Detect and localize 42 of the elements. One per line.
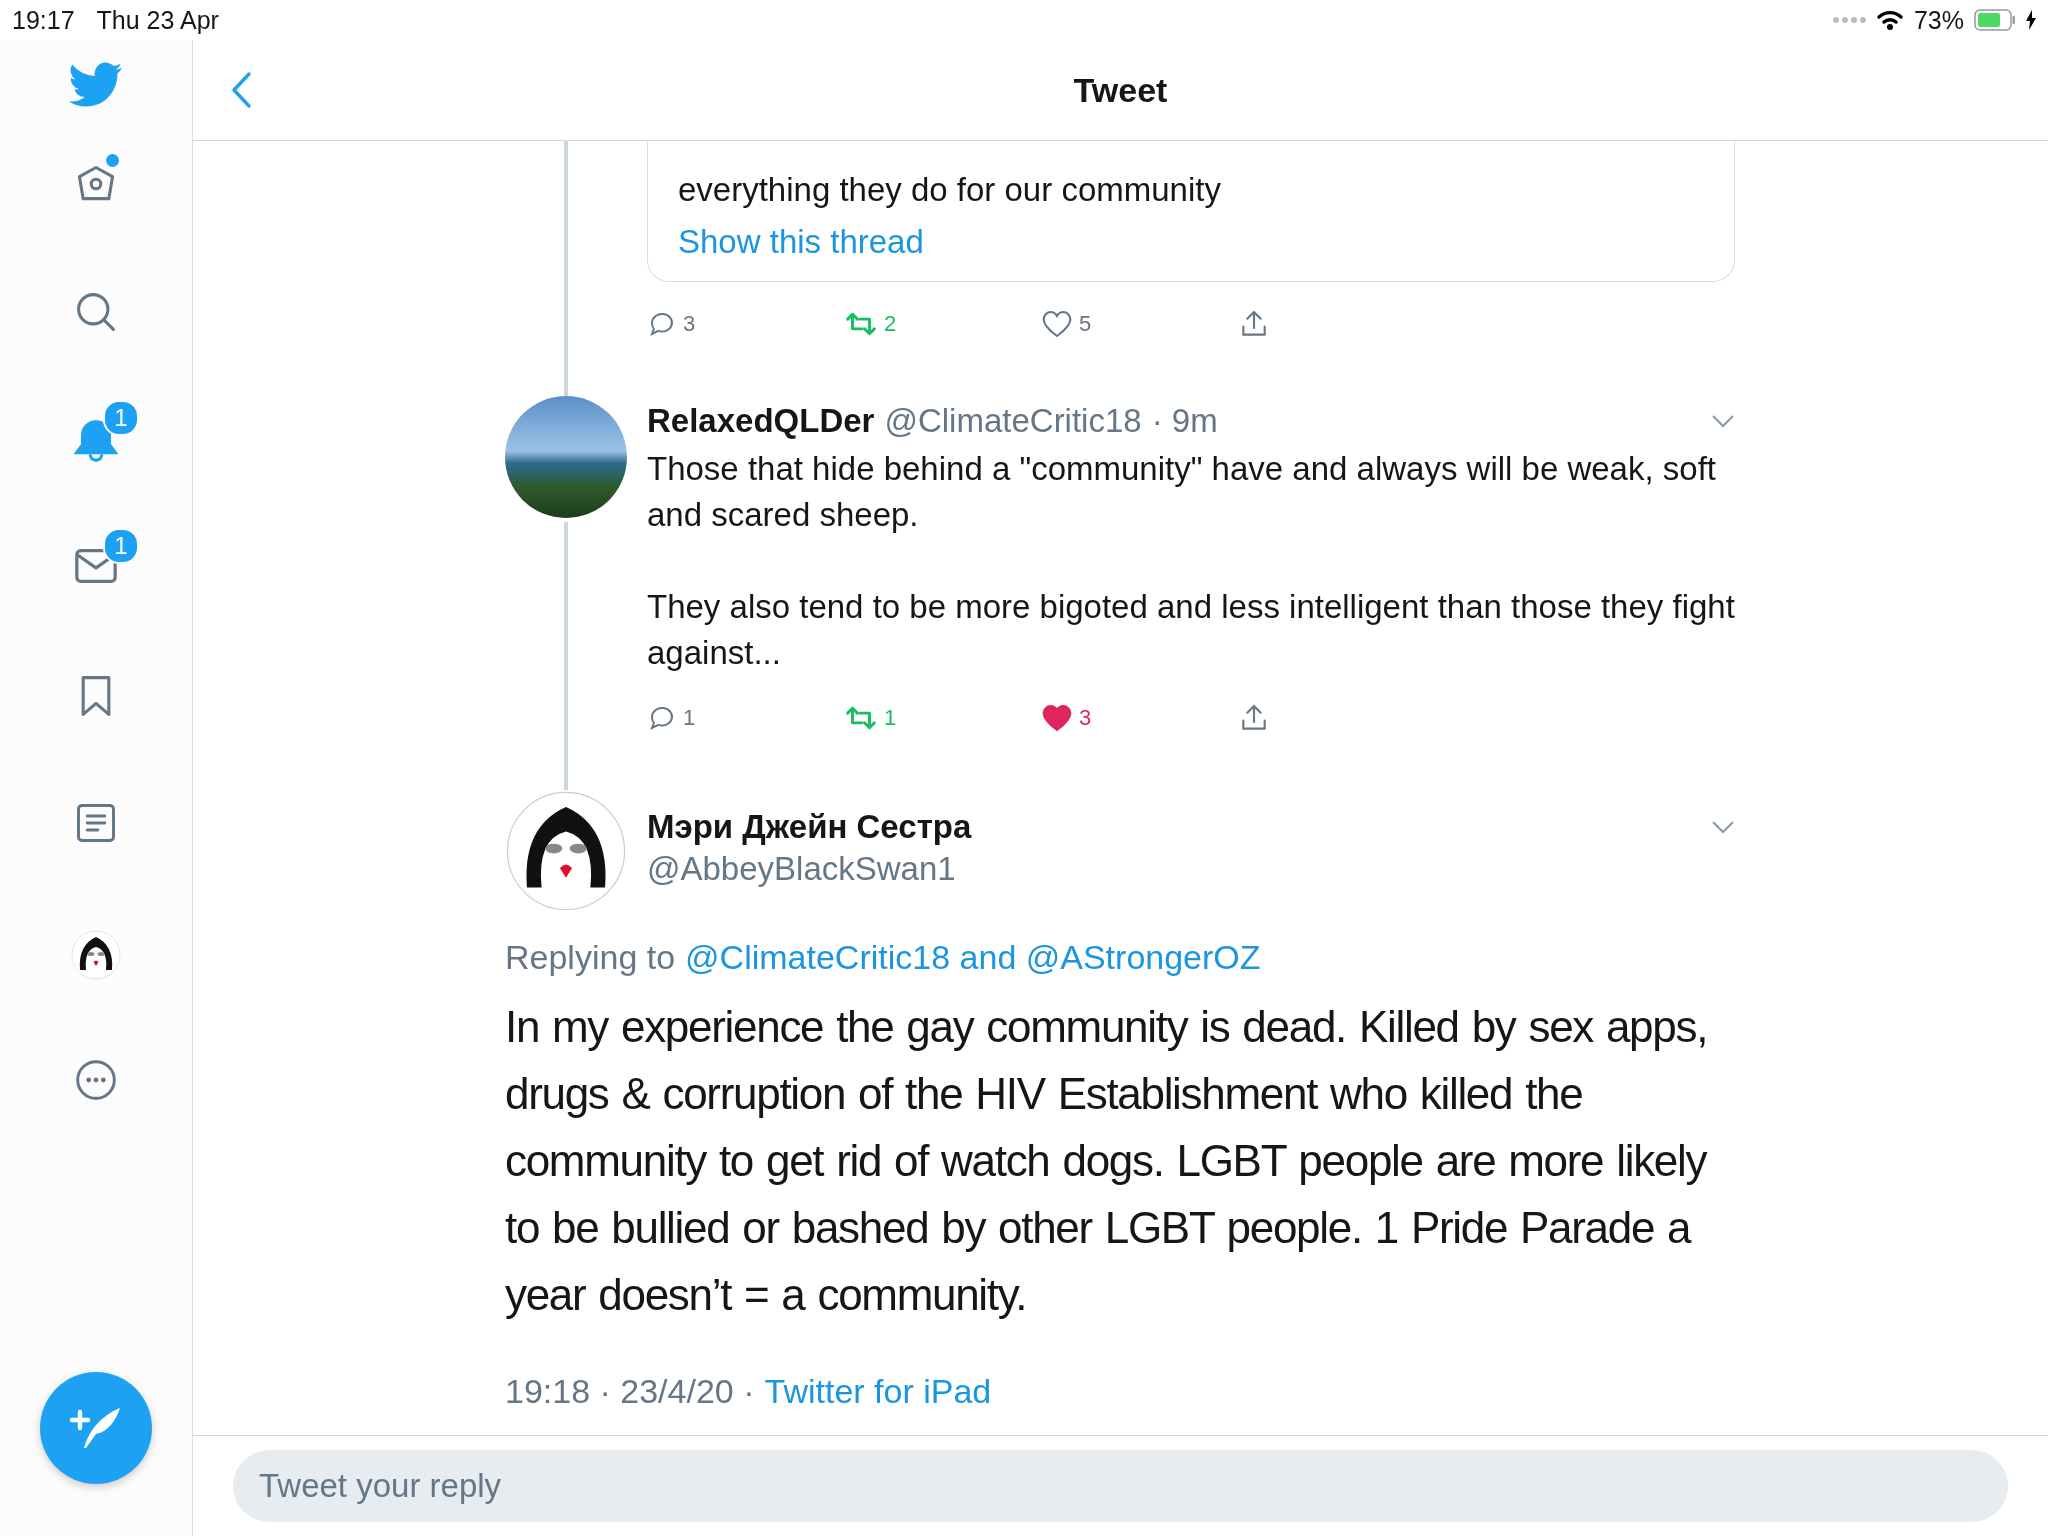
tweet-text: They also tend to be more bigoted and less intelligent than those they fight against...	[647, 587, 1735, 673]
reply-input-field[interactable]: Tweet your reply	[233, 1450, 2008, 1522]
more-icon[interactable]	[74, 1058, 118, 1102]
heart-icon[interactable]	[1041, 703, 1073, 733]
tweet-text: everything they do for our community	[678, 171, 1222, 209]
retweet-count: 1	[884, 705, 897, 731]
unread-count: 1	[103, 400, 139, 436]
back-chevron-icon	[230, 71, 252, 109]
wifi-icon	[1875, 9, 1904, 31]
page-title: Tweet	[1073, 70, 1168, 110]
tweet-text: Those that hide behind a "community" have and always will be weak, soft and scared sheep.	[647, 449, 1717, 535]
user-handle[interactable]: @AbbeyBlackSwan1	[647, 850, 972, 888]
caret-icon[interactable]	[1711, 414, 1735, 428]
show-thread-link[interactable]: Show this thread	[678, 223, 1704, 261]
status-time: 19:17	[12, 5, 75, 35]
user-handle[interactable]: @ClimateCritic18	[884, 402, 1142, 440]
tweet-timestamp: 19:18 · 23/4/20 ·	[505, 1372, 755, 1411]
like-count: 3	[1079, 705, 1092, 731]
unread-count: 1	[103, 528, 139, 564]
tweet-text: In my experience the gay community is dead. Killed by sex apps, drugs & corruption of the HIV Establishment who killed the community to get rid of watch dogs. LGBT people are more likely to be bullied or bashed by other LGBT people. 1 Pride Parade a year doesn’t = a community.	[505, 1001, 1709, 1321]
like-count: 5	[1079, 311, 1092, 337]
tweet-time: · 9m	[1151, 402, 1218, 440]
reply-count: 1	[683, 705, 696, 731]
compose-button[interactable]	[40, 1372, 152, 1484]
bird-logo-icon[interactable]	[69, 62, 123, 108]
search-icon[interactable]	[74, 290, 118, 334]
avatar-drawing[interactable]	[71, 930, 121, 980]
user-name[interactable]: Мэри Джейн Сестра	[647, 808, 972, 846]
status-date: Thu 23 Apr	[96, 5, 219, 35]
battery-percent: 73%	[1913, 5, 1964, 35]
signal-dots-icon	[1831, 16, 1866, 24]
quoted-thread-card[interactable]: everything they do for our community Show this thread	[647, 141, 1735, 282]
list-icon[interactable]	[75, 802, 117, 844]
user-name[interactable]: RelaxedQLDer	[647, 402, 875, 440]
tweet-source-link[interactable]: Twitter for iPad	[764, 1372, 992, 1411]
reply-count: 3	[683, 311, 696, 337]
replying-label: Replying to	[505, 938, 676, 977]
retweet-count: 2	[884, 311, 897, 337]
battery-icon	[1974, 9, 2016, 31]
heart-icon[interactable]	[1041, 309, 1073, 339]
caret-icon[interactable]	[1711, 820, 1735, 834]
mentioned-users-link[interactable]: @ClimateCritic18 and @AStrongerOZ	[685, 938, 1261, 977]
